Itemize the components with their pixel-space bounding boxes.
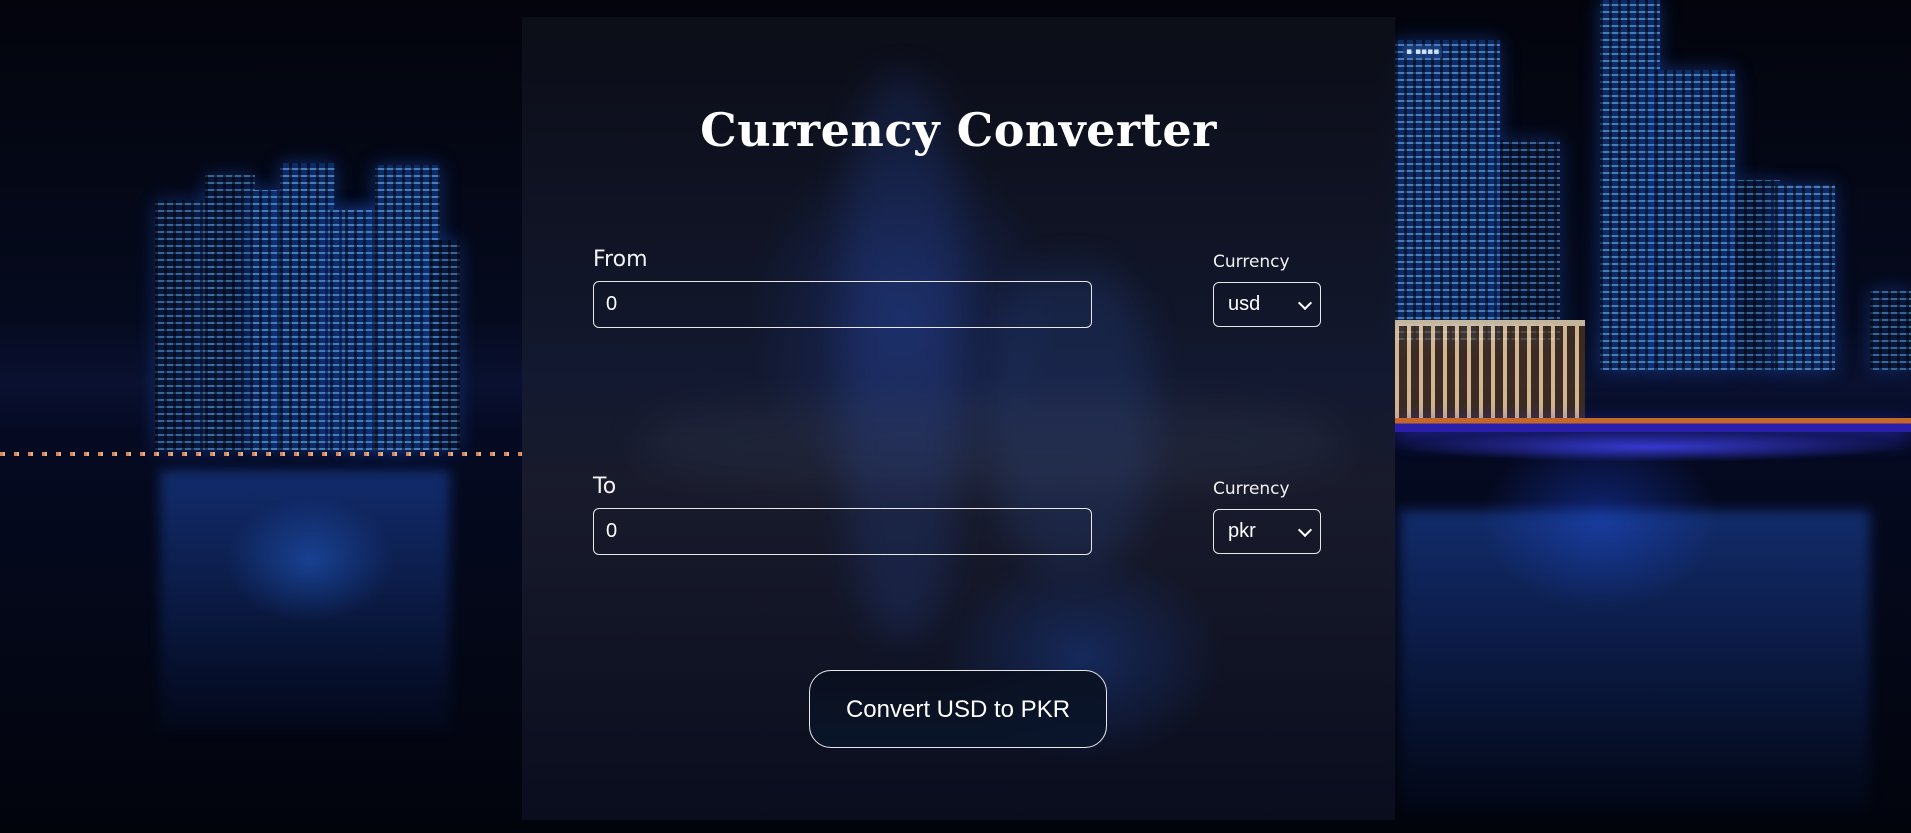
- from-currency-label: Currency: [1213, 252, 1290, 272]
- page-title: Currency Converter: [700, 103, 1217, 157]
- building: [430, 240, 460, 450]
- building-sign: ▪ ▪▪▪▪: [1403, 46, 1443, 58]
- convert-button[interactable]: Convert USD to PKR: [809, 670, 1107, 748]
- building: [1735, 180, 1780, 370]
- building: [1600, 0, 1660, 370]
- building: [250, 190, 280, 450]
- water-reflection: [1400, 510, 1870, 810]
- building: [280, 163, 335, 450]
- water-reflection: [160, 470, 450, 730]
- bridge-lights: [1395, 432, 1911, 462]
- app-page: ▪ ▪▪▪▪ Currency Converter From Currency …: [0, 0, 1911, 833]
- converter-panel: Currency Converter From Currency usd To …: [522, 17, 1395, 820]
- colonial-building: [1395, 320, 1585, 426]
- to-currency-select[interactable]: pkr: [1213, 509, 1321, 554]
- panel-bokeh: [642, 397, 1342, 487]
- from-label: From: [593, 247, 648, 272]
- chevron-down-icon: [1297, 522, 1313, 537]
- building: [1655, 70, 1735, 370]
- to-amount-input[interactable]: [593, 508, 1092, 555]
- chevron-down-icon: [1297, 295, 1313, 310]
- building: [1395, 40, 1500, 340]
- bridge: [1395, 418, 1911, 432]
- building: [1870, 290, 1911, 370]
- building: [1775, 185, 1835, 370]
- to-currency-value: pkr: [1228, 520, 1256, 542]
- building: [1500, 140, 1560, 340]
- from-currency-value: usd: [1228, 293, 1261, 315]
- building: [205, 175, 255, 450]
- shoreline-lights: [0, 452, 522, 456]
- from-amount-input[interactable]: [593, 281, 1092, 328]
- to-currency-label: Currency: [1213, 479, 1290, 499]
- from-currency-select[interactable]: usd: [1213, 282, 1321, 327]
- to-label: To: [593, 474, 617, 499]
